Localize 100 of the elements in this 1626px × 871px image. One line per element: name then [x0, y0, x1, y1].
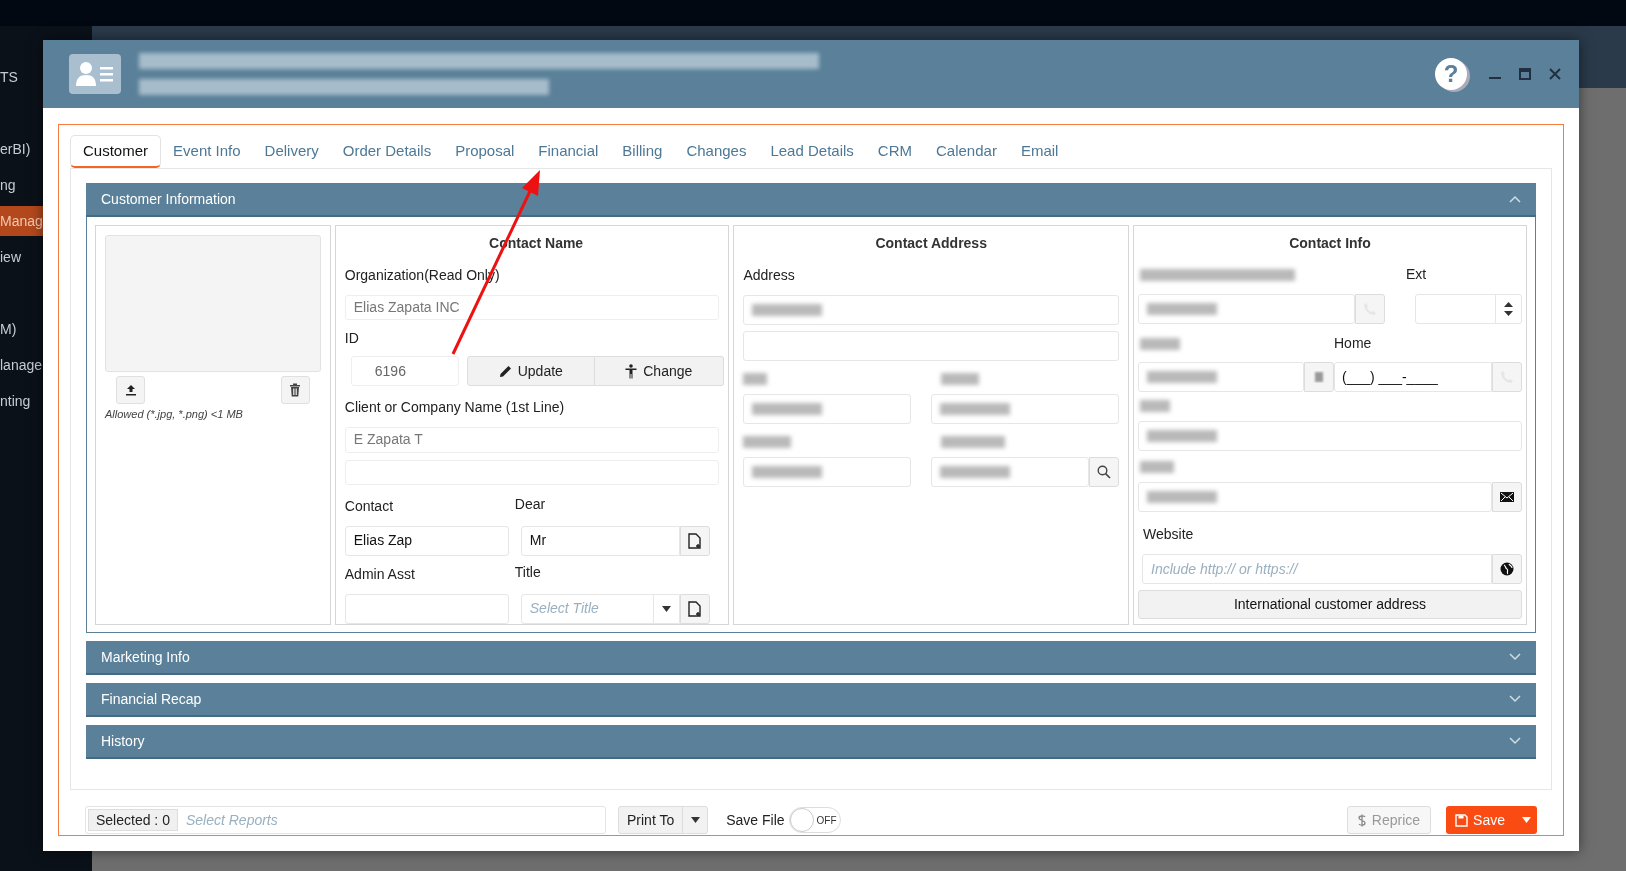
sidebar-item[interactable]: iew	[0, 242, 43, 272]
new-document-button[interactable]	[679, 594, 710, 624]
section-header[interactable]: Marketing Info	[86, 641, 1536, 675]
sidebar-item[interactable]: erBI)	[0, 134, 43, 164]
input-field[interactable]	[743, 331, 1119, 361]
input-field[interactable]	[743, 295, 1119, 325]
redacted-text	[940, 466, 1011, 478]
sidebar-item[interactable]: lanage	[0, 350, 43, 380]
input-field[interactable]	[1138, 294, 1356, 324]
input-field[interactable]	[1138, 482, 1492, 512]
save-file-label: Save File	[726, 810, 785, 830]
close-icon[interactable]	[1549, 68, 1561, 80]
email-button[interactable]	[1492, 482, 1522, 512]
redacted-text	[752, 466, 823, 478]
tab[interactable]: Financial	[526, 135, 611, 168]
input-field[interactable]	[1138, 362, 1304, 392]
redacted-text	[1140, 337, 1180, 350]
redacted-text	[940, 403, 1011, 415]
upload-icon	[124, 384, 137, 396]
input-field[interactable]: E Zapata T	[344, 427, 720, 453]
section-title: Marketing Info	[101, 647, 190, 667]
tab[interactable]: Proposal	[443, 135, 527, 168]
tab[interactable]: Delivery	[252, 135, 331, 168]
redacted-text	[1147, 430, 1217, 442]
sidebar-item[interactable]: nting	[0, 386, 43, 416]
tab[interactable]: CRM	[865, 135, 924, 168]
field-label: ID	[344, 330, 359, 347]
person-icon	[625, 363, 638, 379]
save-button[interactable]: Save	[1446, 806, 1537, 834]
redacted-text	[1140, 461, 1174, 473]
tab[interactable]: Email	[1008, 135, 1071, 168]
field-label: Website	[1143, 526, 1194, 542]
tab[interactable]: Changes	[674, 135, 759, 168]
section-header[interactable]: Financial Recap	[86, 683, 1536, 717]
input-field[interactable]: Mr	[520, 526, 680, 556]
input-field[interactable]	[1138, 421, 1522, 451]
sidebar-item[interactable]: ng	[0, 170, 43, 200]
phone-button[interactable]	[1492, 362, 1522, 392]
help-button[interactable]: ?	[1435, 58, 1467, 90]
field-label: Home	[1334, 334, 1372, 353]
maximize-icon[interactable]	[1519, 68, 1531, 80]
change-button[interactable]: Change	[594, 356, 724, 387]
input-field[interactable]: (___) ___-____	[1334, 362, 1492, 392]
new-document-button[interactable]	[679, 526, 710, 556]
website-button[interactable]	[1492, 554, 1522, 584]
input-field[interactable]	[743, 457, 912, 487]
save-file-toggle[interactable]: OFF	[788, 807, 841, 833]
tab[interactable]: Calendar	[924, 135, 1009, 168]
redacted-text	[941, 436, 1006, 448]
caret-down-icon	[1521, 817, 1531, 823]
input-field[interactable]	[743, 394, 912, 424]
section-title: History	[101, 731, 145, 751]
section-header[interactable]: History	[86, 725, 1536, 759]
new-document-icon	[687, 533, 702, 549]
new-document-icon	[687, 601, 702, 617]
input-field[interactable]	[931, 457, 1089, 487]
field-label: Title	[514, 563, 541, 582]
international-address-button[interactable]: International customer address	[1138, 590, 1522, 619]
sidebar-item[interactable]: Manag	[0, 206, 43, 236]
section-header[interactable]: Customer Information	[86, 183, 1536, 217]
caret-down-icon	[690, 817, 700, 823]
tab[interactable]: Lead Details	[758, 135, 866, 168]
chevron-down-icon	[1509, 695, 1521, 703]
phone-button[interactable]	[1304, 362, 1334, 392]
input-field[interactable]: Elias Zapata INC	[344, 295, 720, 321]
field-label: Ext	[1406, 265, 1427, 284]
update-button[interactable]: Update	[466, 356, 595, 387]
tab[interactable]: Event Info	[161, 135, 253, 168]
delete-button[interactable]	[280, 376, 310, 404]
globe-icon	[1500, 562, 1514, 576]
search-icon	[1097, 465, 1111, 479]
tab[interactable]: Billing	[610, 135, 675, 168]
tab[interactable]: Order Details	[330, 135, 444, 168]
redacted-text	[1147, 303, 1217, 315]
redacted-text	[1140, 400, 1170, 412]
search-button[interactable]	[1089, 457, 1119, 487]
chevron-down-icon	[1509, 737, 1521, 745]
phone-button[interactable]	[1355, 294, 1386, 324]
input-field[interactable]	[931, 394, 1119, 424]
redacted-text	[743, 436, 792, 448]
sidebar-item[interactable]: TS	[0, 62, 43, 92]
redacted-text	[752, 403, 823, 415]
input-field[interactable]: 6196	[350, 356, 459, 387]
number-spinner[interactable]	[1415, 294, 1522, 324]
field-label: Dear	[514, 495, 546, 514]
input-field[interactable]: Elias Zap	[344, 526, 509, 556]
reports-select-field[interactable]: Selected : 0 Select Reports	[85, 806, 606, 834]
selected-count-badge: Selected : 0	[88, 809, 178, 831]
print-to-button[interactable]: Print To	[618, 806, 709, 834]
upload-button[interactable]	[116, 376, 145, 404]
field-label: Admin Asst	[344, 566, 415, 582]
tab[interactable]: Customer	[70, 135, 162, 168]
contact-card-icon	[69, 54, 121, 94]
field-label: Contact	[344, 498, 394, 514]
field-label: Address	[743, 267, 795, 283]
input-field[interactable]	[344, 594, 509, 624]
redacted-text	[743, 373, 768, 385]
section-title: Financial Recap	[101, 689, 202, 709]
sidebar-item[interactable]: M)	[0, 314, 43, 344]
section-title: Customer Information	[101, 189, 236, 209]
